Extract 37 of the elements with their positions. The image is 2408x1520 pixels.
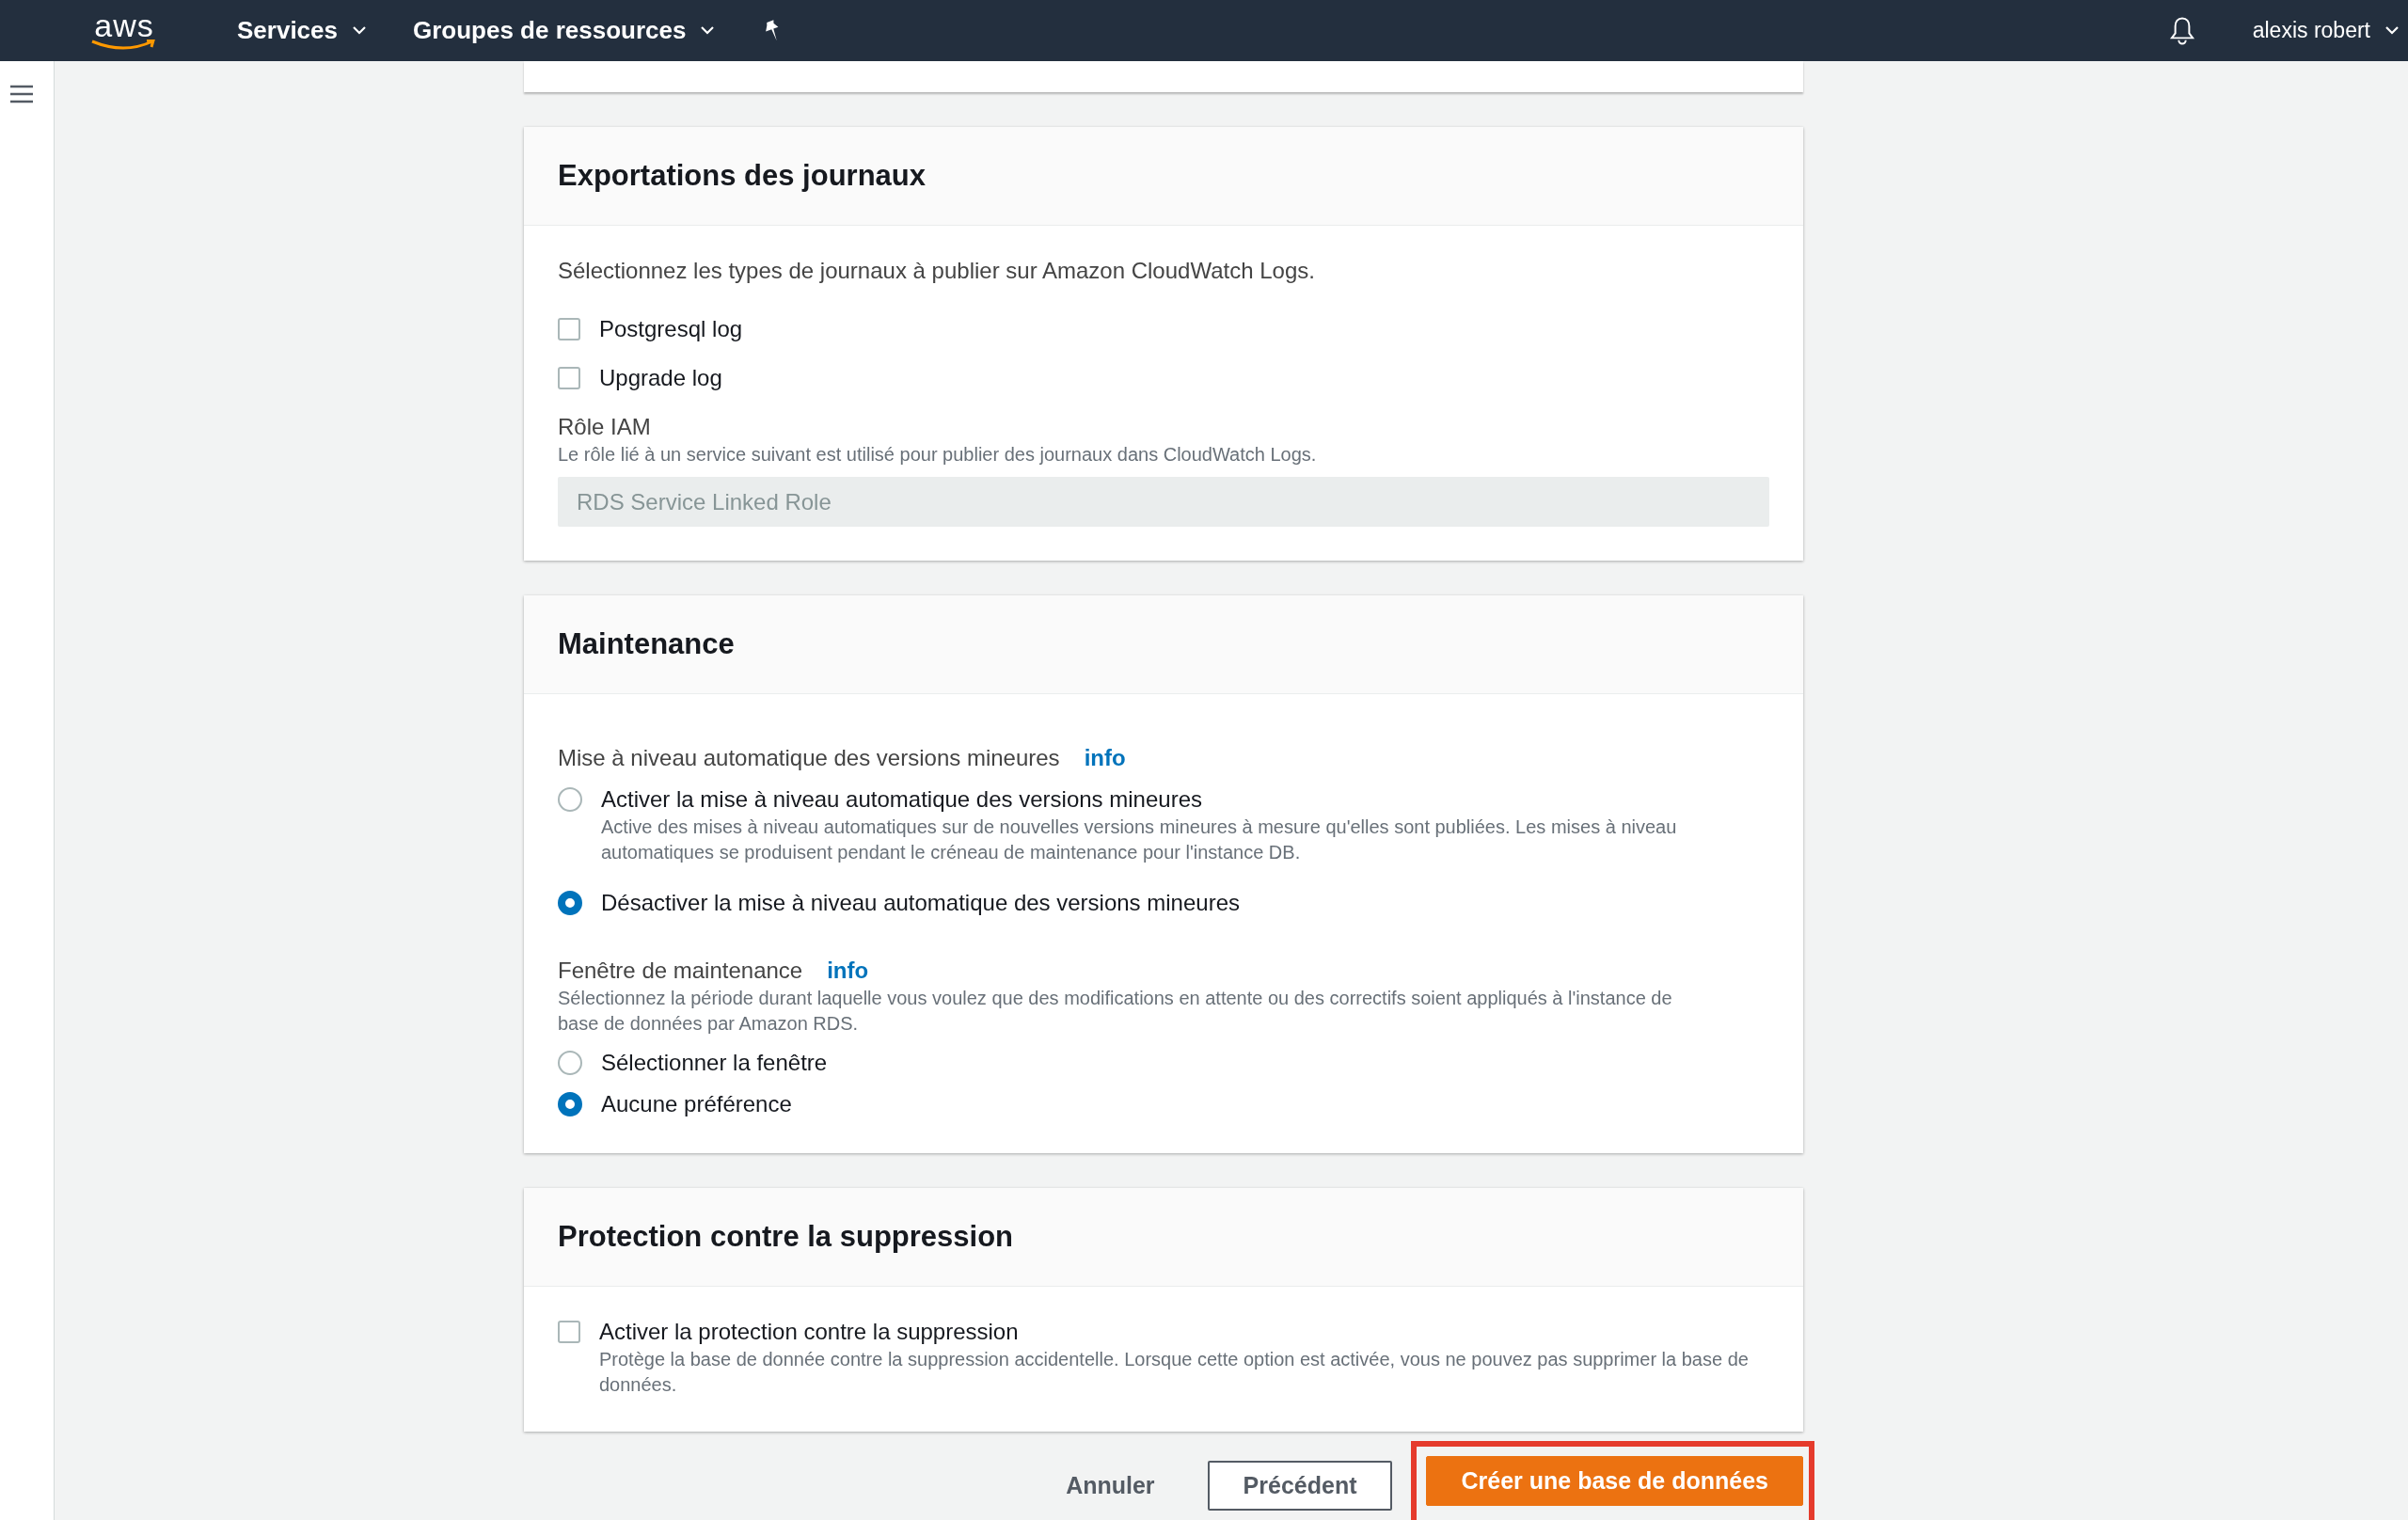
previous-button[interactable]: Précédent <box>1207 1461 1393 1511</box>
caret-icon <box>2385 26 2399 35</box>
group-label: Fenêtre de maintenance <box>558 957 803 985</box>
option-description: Protège la base de donnée contre la suppression accidentelle. Lorsque cette option est activée, vous ne pouvez pas supprimer la base de données. <box>599 1348 1750 1397</box>
checkbox[interactable] <box>558 367 580 389</box>
user-menu[interactable]: alexis robert <box>2252 18 2408 43</box>
field-label: Rôle IAM <box>558 413 652 441</box>
group-hint: Sélectionnez la période durant laquelle vous voulez que des modifications en attente ou des correctifs soient appliqués à l'instance de base de données par Amazon RDS. <box>558 987 1673 1036</box>
radio-button[interactable] <box>558 787 582 812</box>
section-title: Exportations des journaux <box>558 159 926 193</box>
section-title: Maintenance <box>558 627 735 661</box>
aws-logo[interactable]: aws <box>87 10 162 51</box>
info-link[interactable]: info <box>827 958 869 984</box>
checkbox-label: Postgresql log <box>599 315 743 343</box>
checkbox-label: Upgrade log <box>599 364 722 392</box>
cancel-button[interactable]: Annuler <box>1051 1461 1170 1511</box>
option-description: Active des mises à niveau automatiques sur de nouvelles versions mineures à mesure qu'elles sont publiées. Les mises à niveau automatiques se produisent pendant le créneau de maintenance pour l'instance DB. <box>601 815 1678 864</box>
radio-label: Sélectionner la fenêtre <box>601 1049 828 1077</box>
checkbox[interactable] <box>558 1321 580 1343</box>
nav-menu[interactable]: Services <box>237 16 366 45</box>
section-title: Protection contre la suppression <box>558 1220 1014 1254</box>
radio-button[interactable] <box>558 1051 582 1075</box>
radio-label: Désactiver la mise à niveau automatique des versions mineures <box>601 889 1240 917</box>
nav-menu[interactable]: Groupes de ressources <box>413 16 715 45</box>
info-link[interactable]: info <box>1084 745 1126 771</box>
menu-icon[interactable] <box>9 84 34 104</box>
radio-label: Activer la mise à niveau automatique des versions mineures <box>601 785 1203 814</box>
checkbox-label: Activer la protection contre la suppression <box>599 1318 1020 1346</box>
field-hint: Le rôle lié à un service suivant est utilisé pour publier des journaux dans CloudWatch Logs. <box>558 443 1318 467</box>
caret-icon <box>353 26 366 35</box>
checkbox[interactable] <box>558 318 580 340</box>
group-label: Mise à niveau automatique des versions mineures <box>558 744 1060 772</box>
radio-button[interactable] <box>558 1092 582 1116</box>
section-description: Sélectionnez les types de journaux à publier sur Amazon CloudWatch Logs. <box>558 257 1316 285</box>
caret-icon <box>701 26 715 35</box>
radio-label: Aucune préférence <box>601 1090 792 1118</box>
radio-button[interactable] <box>558 891 582 915</box>
